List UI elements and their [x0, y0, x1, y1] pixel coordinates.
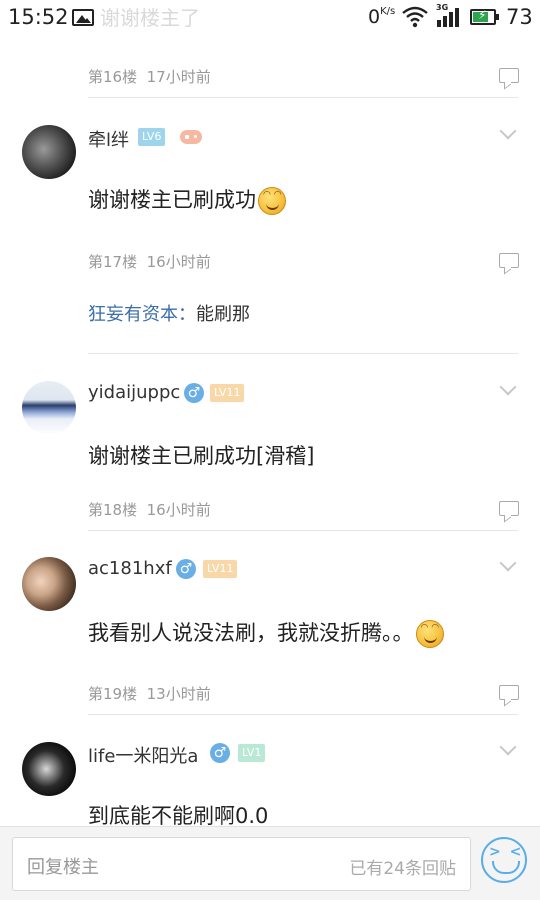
sub-reply-author[interactable]: 狂妄有资本： [88, 304, 196, 325]
level-badge: LV6 [138, 128, 166, 146]
reply-comment-icon[interactable] [499, 685, 519, 700]
divider [88, 714, 518, 715]
username[interactable]: 牵l绊 [88, 126, 129, 152]
chevron-down-icon[interactable] [499, 122, 517, 140]
avatar[interactable] [22, 125, 76, 179]
reply-placeholder: 回复楼主 [27, 857, 99, 878]
male-icon: ♂ [176, 559, 196, 579]
sub-reply[interactable]: 狂妄有资本：能刷那 [88, 300, 250, 326]
post-meta: 第17楼 16小时前 [88, 253, 211, 271]
emoji-icon [258, 187, 286, 215]
avatar[interactable] [22, 557, 76, 611]
reply-comment-icon[interactable] [499, 68, 519, 83]
chevron-down-icon[interactable] [499, 554, 517, 572]
post-content: 我看别人说没法刷，我就没折腾。。 [88, 617, 444, 648]
avatar[interactable] [22, 742, 76, 796]
chevron-down-icon[interactable] [499, 738, 517, 756]
avatar[interactable] [22, 381, 76, 435]
male-icon: ♂ [210, 743, 230, 763]
post-content: 谢谢楼主已刷成功[滑稽] [88, 444, 315, 468]
status-bar: 15:52 谢谢楼主了 0K/s 3G ⚡ 73 [0, 0, 540, 36]
scrolled-text-ghost: 谢谢楼主了 [100, 6, 200, 30]
charging-icon: ⚡ [478, 8, 487, 22]
battery-level: 73 [506, 5, 533, 29]
wifi-icon [402, 6, 428, 28]
post-meta: 第16楼 17小时前 [88, 68, 211, 86]
status-time: 15:52 [8, 5, 69, 29]
username[interactable]: yidaijuppc [88, 382, 180, 403]
reply-bar: 回复楼主 已有24条回贴 [0, 826, 540, 900]
username[interactable]: life一米阳光a [88, 742, 198, 768]
battery-icon: ⚡ [470, 8, 499, 25]
post-meta: 第19楼 13小时前 [88, 685, 211, 703]
divider [88, 97, 518, 98]
emoji-icon[interactable] [481, 837, 527, 883]
level-badge: LV11 [210, 384, 245, 402]
game-controller-icon [180, 130, 202, 144]
signal-icon [437, 8, 459, 27]
chevron-down-icon[interactable] [499, 378, 517, 396]
username[interactable]: ac181hxf [88, 558, 172, 579]
network-speed: 0K/s [368, 6, 396, 28]
level-badge: LV1 [238, 744, 266, 762]
reply-count: 已有24条回贴 [349, 859, 456, 879]
post-meta: 第18楼 16小时前 [88, 501, 211, 519]
male-icon: ♂ [184, 383, 204, 403]
gallery-icon [72, 9, 94, 26]
post-content: 谢谢楼主已刷成功 [88, 184, 286, 215]
level-badge: LV11 [203, 560, 238, 578]
sub-reply-text: 能刷那 [196, 304, 250, 325]
divider [88, 353, 518, 354]
reply-input[interactable]: 回复楼主 已有24条回贴 [12, 837, 471, 891]
emoji-icon [415, 620, 444, 648]
reply-comment-icon[interactable] [499, 501, 519, 516]
reply-comment-icon[interactable] [499, 253, 519, 268]
divider [88, 530, 518, 531]
